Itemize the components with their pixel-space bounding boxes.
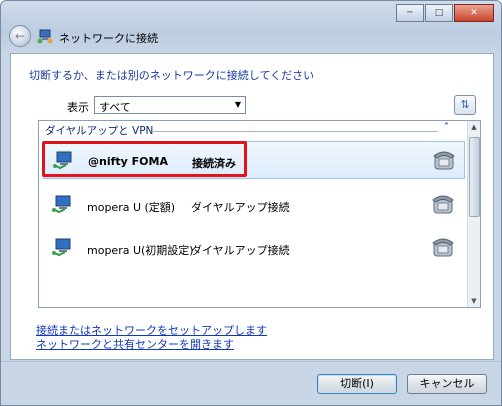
- group-header: ダイヤルアップと VPN: [45, 125, 154, 137]
- instruction-text: 切断するか、または別のネットワークに接続してください: [29, 69, 315, 82]
- filter-select[interactable]: すべて ▼: [94, 96, 246, 114]
- refresh-icon: ⇅: [460, 98, 470, 111]
- chevron-down-icon: ▼: [234, 100, 241, 109]
- refresh-button[interactable]: ⇅: [454, 95, 476, 115]
- connection-status: ダイヤルアップ接続: [191, 201, 290, 214]
- maximize-icon[interactable]: □: [425, 4, 453, 22]
- cancel-button[interactable]: キャンセル: [407, 374, 487, 394]
- scrollbar[interactable]: ▲ ▼: [467, 121, 480, 307]
- scrollbar-thumb[interactable]: [469, 137, 480, 217]
- dialup-connection-icon: [52, 238, 71, 257]
- group-divider: [153, 131, 438, 132]
- scroll-up-arrow-icon[interactable]: ▲: [468, 121, 480, 133]
- window-title: ネットワークに接続: [59, 32, 158, 45]
- highlight-box: [42, 141, 247, 177]
- minimize-icon[interactable]: ─: [396, 4, 424, 22]
- connect-to-network-window: ─ □ ✕ ← ネットワークに接続 切断するか、または別のネットワークに接続して…: [0, 0, 502, 406]
- filter-select-value: すべて: [99, 101, 131, 114]
- close-icon[interactable]: ✕: [454, 4, 494, 22]
- list-item[interactable]: mopera U(初期設定) ダイヤルアップ接続: [43, 229, 465, 267]
- connection-name: mopera U(初期設定): [87, 244, 194, 257]
- back-arrow-icon[interactable]: ←: [9, 25, 31, 47]
- filter-label: 表示: [67, 101, 89, 114]
- window-controls: ─ □ ✕: [395, 4, 494, 22]
- scroll-down-arrow-icon[interactable]: ▼: [468, 295, 480, 307]
- network-center-link[interactable]: ネットワークと共有センターを開きます: [36, 336, 234, 352]
- connection-status: ダイヤルアップ接続: [191, 244, 290, 257]
- connection-name: mopera U (定額): [87, 201, 176, 214]
- list-item[interactable]: mopera U (定額) ダイヤルアップ接続: [43, 186, 465, 224]
- dialup-connection-icon: [52, 195, 71, 214]
- chevron-up-icon[interactable]: ˄: [444, 122, 449, 133]
- title-bar: ─ □ ✕ ← ネットワークに接続: [1, 1, 501, 53]
- disconnect-button[interactable]: 切断(I): [317, 374, 397, 394]
- network-icon: [37, 29, 53, 44]
- phone-icon: [433, 151, 455, 170]
- phone-icon: [432, 238, 454, 257]
- phone-icon: [432, 195, 454, 214]
- footer-divider: [1, 361, 501, 362]
